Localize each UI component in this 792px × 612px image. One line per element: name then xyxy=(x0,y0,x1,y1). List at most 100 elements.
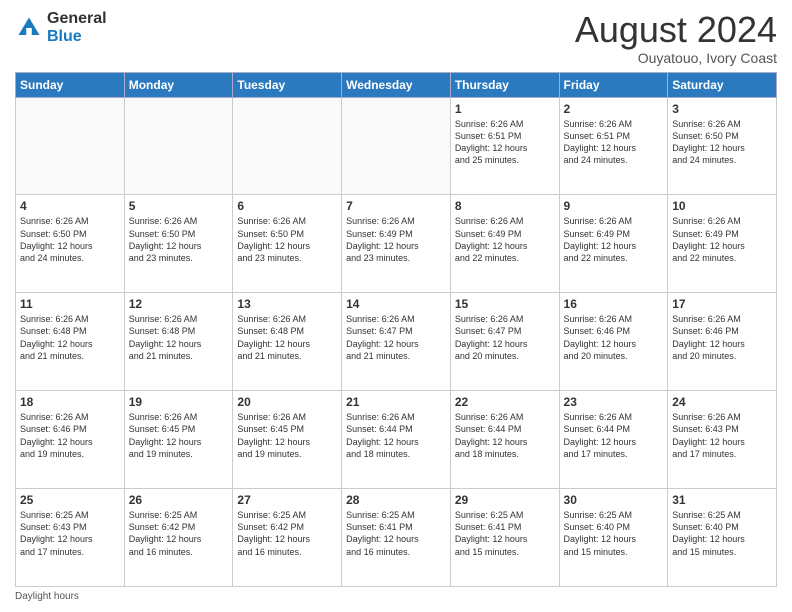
day-number: 9 xyxy=(564,199,664,213)
day-number: 29 xyxy=(455,493,555,507)
day-info: Sunrise: 6:26 AM Sunset: 6:49 PM Dayligh… xyxy=(455,215,555,264)
day-info: Sunrise: 6:26 AM Sunset: 6:49 PM Dayligh… xyxy=(564,215,664,264)
day-info: Sunrise: 6:26 AM Sunset: 6:51 PM Dayligh… xyxy=(564,118,664,167)
day-number: 28 xyxy=(346,493,446,507)
day-number: 18 xyxy=(20,395,120,409)
calendar-cell: 20 Sunrise: 6:26 AM Sunset: 6:45 PM Dayli… xyxy=(233,391,342,489)
day-info: Sunrise: 6:26 AM Sunset: 6:48 PM Dayligh… xyxy=(129,313,229,362)
calendar-header-tuesday: Tuesday xyxy=(233,72,342,97)
day-info: Sunrise: 6:26 AM Sunset: 6:46 PM Dayligh… xyxy=(20,411,120,460)
location-subtitle: Ouyatouo, Ivory Coast xyxy=(575,50,777,66)
calendar-cell: 21Sunrise: 6:26 AM Sunset: 6:44 PM Dayli… xyxy=(342,391,451,489)
day-number: 17 xyxy=(672,297,772,311)
day-info: Sunrise: 6:26 AM Sunset: 6:51 PM Dayligh… xyxy=(455,118,555,167)
logo: General Blue xyxy=(15,10,107,46)
day-info: Sunrise: 6:26 AM Sunset: 6:44 PM Dayligh… xyxy=(346,411,446,460)
calendar-cell: 2Sunrise: 6:26 AM Sunset: 6:51 PM Daylig… xyxy=(559,97,668,195)
calendar-cell: 12Sunrise: 6:26 AM Sunset: 6:48 PM Dayli… xyxy=(124,293,233,391)
calendar-cell: 28 Sunrise: 6:25 AM Sunset: 6:41 PM Dayli… xyxy=(342,489,451,587)
day-number: 4 xyxy=(20,199,120,213)
day-number: 26 xyxy=(129,493,229,507)
day-number: 20 xyxy=(237,395,337,409)
day-info: Sunrise: 6:26 AM Sunset: 6:47 PM Dayligh… xyxy=(346,313,446,362)
day-number: 30 xyxy=(564,493,664,507)
day-number: 31 xyxy=(672,493,772,507)
day-number: 14 xyxy=(346,297,446,311)
day-number: 1 xyxy=(455,102,555,116)
calendar-cell: 27 Sunrise: 6:25 AM Sunset: 6:42 PM Dayli… xyxy=(233,489,342,587)
day-info: Sunrise: 6:25 AM Sunset: 6:42 PM Dayligh… xyxy=(237,509,337,558)
month-title: August 2024 xyxy=(575,10,777,50)
day-info: Sunrise: 6:26 AM Sunset: 6:48 PM Dayligh… xyxy=(20,313,120,362)
calendar-cell: 23Sunrise: 6:26 AM Sunset: 6:44 PM Dayli… xyxy=(559,391,668,489)
day-number: 7 xyxy=(346,199,446,213)
logo-icon xyxy=(15,14,43,42)
page: General Blue August 2024 Ouyatouo, Ivory… xyxy=(0,0,792,612)
calendar-cell: 1 Sunrise: 6:26 AM Sunset: 6:51 PM Daylig… xyxy=(450,97,559,195)
calendar-cell: 11 Sunrise: 6:26 AM Sunset: 6:48 PM Dayli… xyxy=(16,293,125,391)
calendar-cell xyxy=(233,97,342,195)
calendar-cell: 14 Sunrise: 6:26 AM Sunset: 6:47 PM Dayli… xyxy=(342,293,451,391)
day-number: 15 xyxy=(455,297,555,311)
day-info: Sunrise: 6:26 AM Sunset: 6:47 PM Dayligh… xyxy=(455,313,555,362)
day-info: Sunrise: 6:26 AM Sunset: 6:48 PM Dayligh… xyxy=(237,313,337,362)
calendar-table: SundayMondayTuesdayWednesdayThursdayFrid… xyxy=(15,72,777,587)
day-info: Sunrise: 6:26 AM Sunset: 6:45 PM Dayligh… xyxy=(237,411,337,460)
calendar-week-row: 4 Sunrise: 6:26 AM Sunset: 6:50 PM Daylig… xyxy=(16,195,777,293)
calendar-header-row: SundayMondayTuesdayWednesdayThursdayFrid… xyxy=(16,72,777,97)
calendar-cell: 6Sunrise: 6:26 AM Sunset: 6:50 PM Daylig… xyxy=(233,195,342,293)
calendar-week-row: 18 Sunrise: 6:26 AM Sunset: 6:46 PM Dayli… xyxy=(16,391,777,489)
day-info: Sunrise: 6:26 AM Sunset: 6:45 PM Dayligh… xyxy=(129,411,229,460)
day-number: 8 xyxy=(455,199,555,213)
calendar-cell: 4 Sunrise: 6:26 AM Sunset: 6:50 PM Daylig… xyxy=(16,195,125,293)
day-number: 5 xyxy=(129,199,229,213)
day-number: 27 xyxy=(237,493,337,507)
calendar-cell: 15 Sunrise: 6:26 AM Sunset: 6:47 PM Dayli… xyxy=(450,293,559,391)
title-block: August 2024 Ouyatouo, Ivory Coast xyxy=(575,10,777,66)
day-number: 24 xyxy=(672,395,772,409)
day-info: Sunrise: 6:26 AM Sunset: 6:50 PM Dayligh… xyxy=(672,118,772,167)
footer-text: Daylight hours xyxy=(15,591,79,602)
day-info: Sunrise: 6:25 AM Sunset: 6:40 PM Dayligh… xyxy=(564,509,664,558)
calendar-week-row: 1 Sunrise: 6:26 AM Sunset: 6:51 PM Daylig… xyxy=(16,97,777,195)
calendar-cell: 7 Sunrise: 6:26 AM Sunset: 6:49 PM Daylig… xyxy=(342,195,451,293)
calendar-cell: 8 Sunrise: 6:26 AM Sunset: 6:49 PM Daylig… xyxy=(450,195,559,293)
day-info: Sunrise: 6:26 AM Sunset: 6:46 PM Dayligh… xyxy=(564,313,664,362)
calendar-header-wednesday: Wednesday xyxy=(342,72,451,97)
calendar-cell: 30 Sunrise: 6:25 AM Sunset: 6:40 PM Dayli… xyxy=(559,489,668,587)
calendar-cell: 16 Sunrise: 6:26 AM Sunset: 6:46 PM Dayli… xyxy=(559,293,668,391)
day-info: Sunrise: 6:25 AM Sunset: 6:40 PM Dayligh… xyxy=(672,509,772,558)
header: General Blue August 2024 Ouyatouo, Ivory… xyxy=(15,10,777,66)
day-number: 11 xyxy=(20,297,120,311)
day-number: 3 xyxy=(672,102,772,116)
day-info: Sunrise: 6:25 AM Sunset: 6:41 PM Dayligh… xyxy=(346,509,446,558)
calendar-cell: 5 Sunrise: 6:26 AM Sunset: 6:50 PM Daylig… xyxy=(124,195,233,293)
day-info: Sunrise: 6:26 AM Sunset: 6:50 PM Dayligh… xyxy=(129,215,229,264)
day-info: Sunrise: 6:25 AM Sunset: 6:42 PM Dayligh… xyxy=(129,509,229,558)
day-number: 6 xyxy=(237,199,337,213)
calendar-cell: 31 Sunrise: 6:25 AM Sunset: 6:40 PM Dayli… xyxy=(668,489,777,587)
calendar-week-row: 25Sunrise: 6:25 AM Sunset: 6:43 PM Dayli… xyxy=(16,489,777,587)
calendar-header-thursday: Thursday xyxy=(450,72,559,97)
calendar-header-monday: Monday xyxy=(124,72,233,97)
calendar-cell: 13Sunrise: 6:26 AM Sunset: 6:48 PM Dayli… xyxy=(233,293,342,391)
day-info: Sunrise: 6:25 AM Sunset: 6:41 PM Dayligh… xyxy=(455,509,555,558)
calendar-cell: 25Sunrise: 6:25 AM Sunset: 6:43 PM Dayli… xyxy=(16,489,125,587)
calendar-header-saturday: Saturday xyxy=(668,72,777,97)
calendar-header-friday: Friday xyxy=(559,72,668,97)
calendar-cell: 19 Sunrise: 6:26 AM Sunset: 6:45 PM Dayli… xyxy=(124,391,233,489)
calendar-cell: 18 Sunrise: 6:26 AM Sunset: 6:46 PM Dayli… xyxy=(16,391,125,489)
day-info: Sunrise: 6:26 AM Sunset: 6:44 PM Dayligh… xyxy=(455,411,555,460)
day-number: 10 xyxy=(672,199,772,213)
day-info: Sunrise: 6:26 AM Sunset: 6:49 PM Dayligh… xyxy=(346,215,446,264)
day-info: Sunrise: 6:26 AM Sunset: 6:50 PM Dayligh… xyxy=(20,215,120,264)
calendar-cell: 17 Sunrise: 6:26 AM Sunset: 6:46 PM Dayli… xyxy=(668,293,777,391)
day-info: Sunrise: 6:26 AM Sunset: 6:44 PM Dayligh… xyxy=(564,411,664,460)
day-info: Sunrise: 6:26 AM Sunset: 6:49 PM Dayligh… xyxy=(672,215,772,264)
day-number: 19 xyxy=(129,395,229,409)
footer: Daylight hours xyxy=(15,591,777,602)
calendar-cell xyxy=(342,97,451,195)
day-info: Sunrise: 6:26 AM Sunset: 6:46 PM Dayligh… xyxy=(672,313,772,362)
calendar-cell xyxy=(16,97,125,195)
day-number: 16 xyxy=(564,297,664,311)
